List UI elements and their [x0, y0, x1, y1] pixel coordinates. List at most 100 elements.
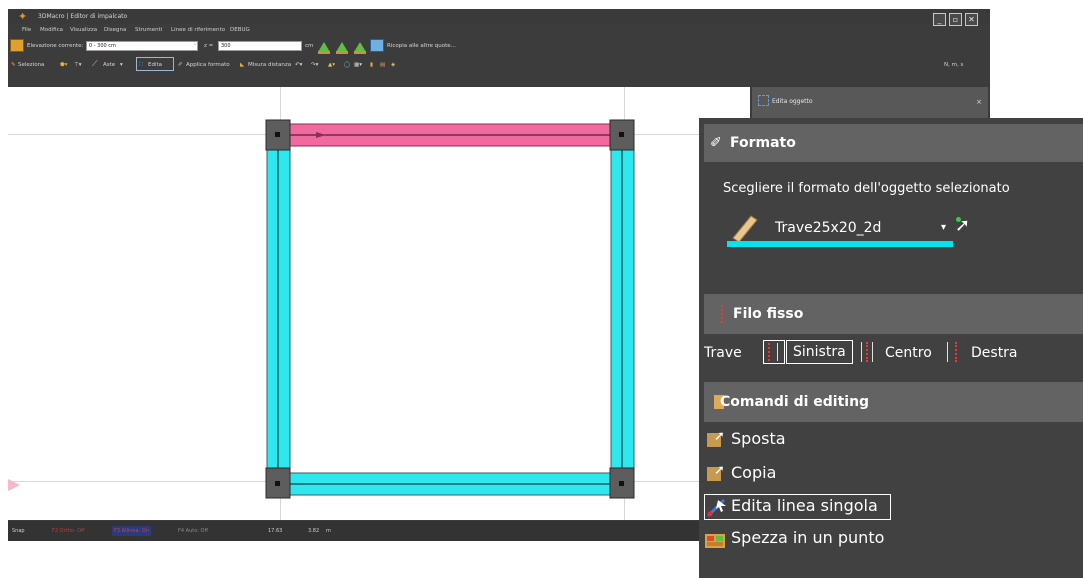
- units-selector[interactable]: N, m, s: [944, 60, 963, 70]
- properties-panel: ✐ Formato Scegliere il formato dell'ogge…: [699, 118, 1083, 578]
- bars-icon[interactable]: ▮: [370, 60, 373, 70]
- command-edita-linea-singola[interactable]: Edita linea singola: [704, 494, 891, 520]
- brush-icon: ✐: [178, 62, 183, 68]
- app-logo-icon: ✦: [18, 10, 28, 23]
- elevation-icon: [10, 39, 24, 52]
- filo-fisso-section-header[interactable]: Filo fisso: [704, 294, 1083, 334]
- grid-icon[interactable]: ▦▾: [354, 60, 362, 70]
- tree-icon[interactable]: [316, 39, 332, 54]
- formato-section-header[interactable]: ✐ Formato: [704, 124, 1083, 162]
- application: ✦ 3DMacro | Editor di impalcato _ ▫ ✕ Fi…: [0, 0, 1083, 578]
- apply-format-tool[interactable]: Applica formato: [186, 60, 230, 70]
- brush-icon: ✐: [710, 135, 722, 151]
- beam-format-icon: [732, 215, 758, 242]
- command-edita-linea-singola-label: Edita linea singola: [731, 496, 878, 515]
- aste-dropdown-icon[interactable]: ▾: [120, 60, 123, 70]
- cube-icon[interactable]: ◈: [391, 60, 395, 70]
- window-title: 3DMacro | Editor di impalcato: [38, 13, 128, 20]
- structure-plan: [265, 119, 635, 499]
- beam-icon: ⟋: [92, 59, 98, 68]
- split-icon: [705, 534, 725, 548]
- menu-visualizza[interactable]: Visualizza: [70, 25, 97, 35]
- command-copia[interactable]: ➚ Copia: [704, 461, 904, 487]
- tree-up-icon[interactable]: [334, 39, 350, 54]
- filo-option-centro[interactable]: Centro: [885, 344, 932, 362]
- menu-disegna[interactable]: Disegna: [104, 25, 126, 35]
- command-sposta[interactable]: ➚ Sposta: [704, 427, 904, 453]
- command-spezza-label: Spezza in un punto: [731, 528, 885, 547]
- menu-debug[interactable]: DEBUG: [230, 25, 250, 35]
- snap-icon[interactable]: ▲▾: [328, 60, 335, 70]
- select-icon: ✎: [11, 62, 16, 68]
- comandi-title: Comandi di editing: [720, 394, 870, 410]
- menu-bar: File Modifica Visualizza Disegna Strumen…: [8, 24, 990, 36]
- measure-tool[interactable]: Misura distanza: [248, 60, 291, 70]
- layers-icon[interactable]: ▤: [380, 60, 385, 70]
- copy-levels-icon[interactable]: [370, 39, 384, 52]
- menu-file[interactable]: File: [22, 25, 31, 35]
- edit-object-panel-header: Edita oggetto ×: [752, 87, 988, 120]
- select-tool[interactable]: Seleziona: [18, 60, 44, 70]
- redo-icon[interactable]: ↷▾: [311, 60, 318, 70]
- formato-instruction: Scegliere il formato dell'oggetto selezi…: [723, 181, 1010, 196]
- chevron-down-icon[interactable]: ▾: [194, 40, 197, 50]
- filter-icon[interactable]: ⊤▾: [74, 60, 82, 70]
- title-bar: ✦ 3DMacro | Editor di impalcato _ ▫ ✕: [8, 9, 990, 26]
- format-selector[interactable]: Trave25x20_2d ▾: [727, 212, 977, 252]
- column-top-left-node: [275, 132, 280, 137]
- drawing-canvas[interactable]: [8, 87, 750, 520]
- elevation-toolbar: Elevazione corrente: 0 - 300 cm ▾ z = 30…: [8, 36, 990, 56]
- elevation-select[interactable]: 0 - 300 cm: [86, 41, 198, 51]
- coordinate-unit: m: [326, 528, 331, 534]
- panel-close-button[interactable]: ×: [976, 97, 982, 107]
- tree-down-icon[interactable]: [352, 39, 368, 54]
- snap-toggle[interactable]: Snap: [12, 526, 25, 536]
- auto-toggle[interactable]: F4 Auto: Off: [178, 526, 208, 536]
- filo-fisso-title: Filo fisso: [733, 306, 804, 322]
- command-copia-label: Copia: [731, 463, 777, 482]
- filo-right-icon[interactable]: [945, 340, 961, 364]
- ruler-icon: ◣: [240, 62, 245, 68]
- menu-linee-riferimento[interactable]: Linee di riferimento: [171, 25, 225, 35]
- menu-strumenti[interactable]: Strumenti: [135, 25, 162, 35]
- chevron-down-icon[interactable]: ▾: [941, 219, 946, 237]
- menu-modifica[interactable]: Modifica: [40, 25, 63, 35]
- coordinate-y: 3.82: [308, 528, 320, 534]
- filo-option-sinistra[interactable]: Sinistra: [786, 340, 853, 364]
- tools-toolbar: ✎ Seleziona ⬟▾ ⊤▾ ⟋ Aste ▾ ⛶ Edita ✐ App…: [8, 57, 990, 87]
- filo-left-icon[interactable]: [763, 340, 785, 364]
- status-bar: Snap F2 Ortho: Off F3 Allinea: On F4 Aut…: [8, 521, 699, 541]
- command-sposta-label: Sposta: [731, 429, 786, 448]
- formato-title: Formato: [730, 135, 796, 151]
- edit-icon: ⛶: [139, 62, 143, 68]
- column-top-right-node: [619, 132, 624, 137]
- format-color-swatch: [727, 241, 953, 247]
- edit-tool[interactable]: Edita: [148, 60, 162, 70]
- undo-icon[interactable]: ↶▾: [295, 60, 302, 70]
- filo-option-destra[interactable]: Destra: [971, 344, 1018, 362]
- command-spezza[interactable]: Spezza in un punto: [704, 526, 924, 552]
- column-bottom-right-node: [619, 481, 624, 486]
- format-selected-value: Trave25x20_2d: [775, 220, 882, 236]
- cursor-icon: ➚: [714, 463, 725, 478]
- aste-tool[interactable]: Aste: [103, 60, 115, 70]
- ortho-toggle[interactable]: F2 Ortho: Off: [52, 526, 84, 536]
- align-toggle[interactable]: F3 Allinea: On: [112, 526, 151, 536]
- unit-label: cm: [305, 43, 314, 49]
- cursor-icon: ➚: [714, 429, 725, 444]
- circle-icon[interactable]: ◯: [344, 60, 350, 70]
- edit-object-icon: [758, 95, 769, 106]
- shapes-icon[interactable]: ⬟▾: [60, 60, 68, 70]
- pick-indicator: [956, 217, 961, 222]
- comandi-section-header[interactable]: Comandi di editing: [704, 382, 1083, 422]
- filo-fisso-icon: [721, 305, 723, 323]
- coordinate-x: 17.63: [268, 528, 283, 534]
- column-bottom-left-node: [275, 481, 280, 486]
- panel-header-title: Edita oggetto: [772, 98, 813, 105]
- z-input[interactable]: 300: [218, 41, 302, 51]
- filo-fisso-row-label: Trave: [704, 345, 742, 361]
- filo-center-icon[interactable]: [859, 340, 875, 364]
- z-label: z =: [204, 43, 214, 49]
- copy-levels-button[interactable]: Ricopia alle altre quote...: [387, 41, 456, 51]
- edit-line-icon: [706, 498, 726, 518]
